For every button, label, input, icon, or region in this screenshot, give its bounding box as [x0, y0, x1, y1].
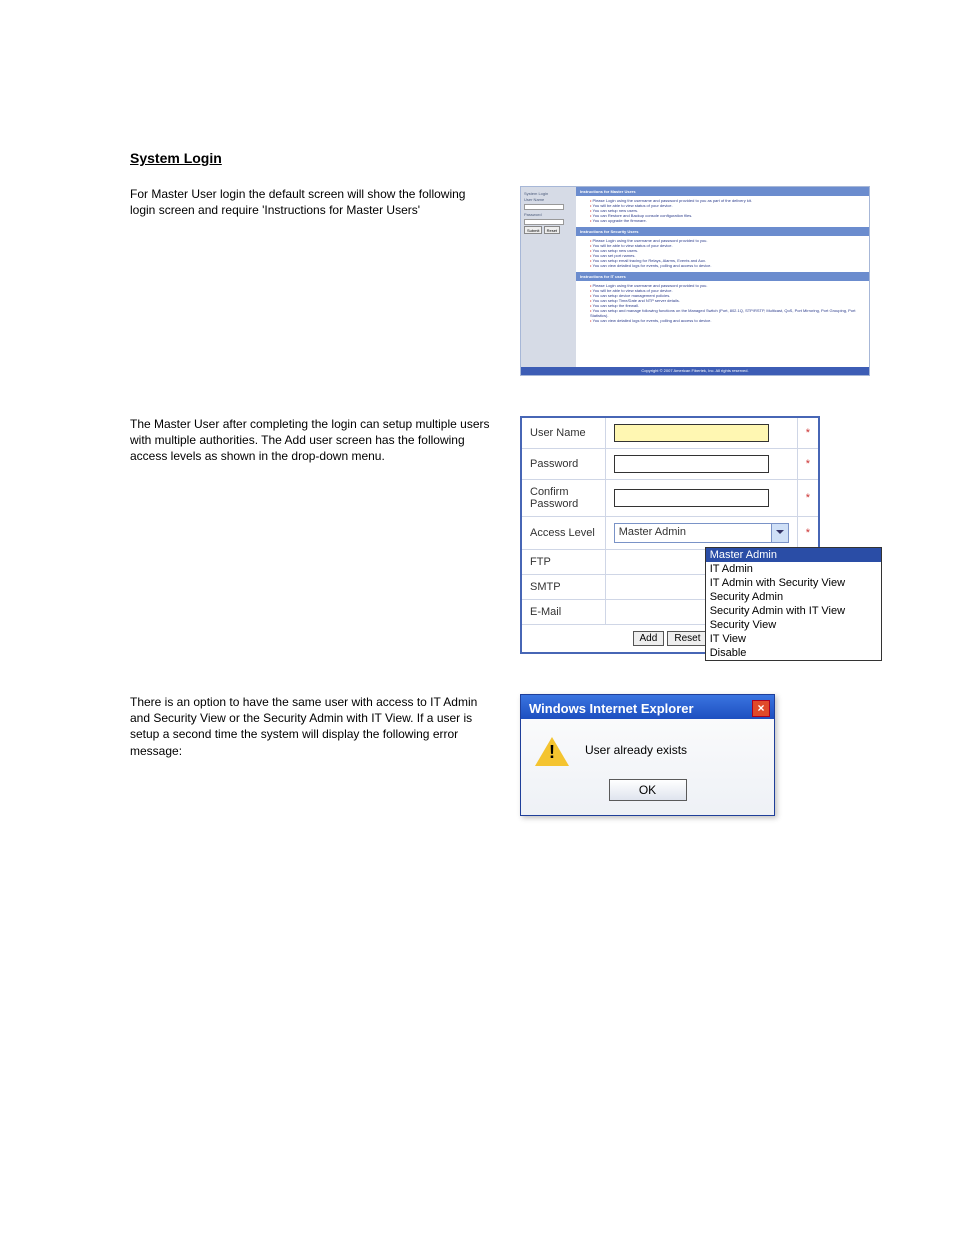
- confirm-password-label: Confirm Password: [521, 480, 605, 517]
- intro-paragraph: For Master User login the default screen…: [130, 186, 520, 218]
- login-submit-button[interactable]: Submit: [524, 226, 542, 234]
- access-level-label: Access Level: [521, 517, 605, 550]
- ok-button[interactable]: OK: [609, 779, 687, 801]
- access-option[interactable]: Security Admin: [706, 590, 881, 604]
- instr-security-head: Instructions for Security Users: [576, 227, 869, 236]
- login-footer: Copyright © 2007 American Fibertek, Inc.…: [521, 367, 869, 375]
- access-option[interactable]: Security Admin with IT View: [706, 604, 881, 618]
- login-pass-label: Password: [524, 212, 573, 217]
- section-title: System Login: [130, 150, 894, 166]
- login-reset-button[interactable]: Reset: [544, 226, 560, 234]
- dialog-title: Windows Internet Explorer: [529, 701, 694, 716]
- username-label: User Name: [521, 417, 605, 449]
- add-button[interactable]: Add: [633, 631, 665, 646]
- instr-master-head: Instructions for Master Users: [576, 187, 869, 196]
- login-pass-input[interactable]: [524, 219, 564, 225]
- instr-item: You can view detailed logs for events, p…: [590, 263, 863, 268]
- login-user-input[interactable]: [524, 204, 564, 210]
- login-user-label: User Name: [524, 197, 573, 202]
- instr-it-head: Instructions for IT users: [576, 272, 869, 281]
- smtp-label: SMTP: [521, 575, 605, 600]
- warning-icon: !: [535, 735, 569, 765]
- chevron-down-icon[interactable]: [771, 524, 788, 542]
- access-level-dropdown[interactable]: Master Admin IT Admin IT Admin with Secu…: [705, 547, 882, 661]
- password-label: Password: [521, 449, 605, 480]
- required-mark: *: [797, 480, 819, 517]
- add-user-form: User Name * Password * Confirm Password …: [520, 416, 820, 654]
- reset-button[interactable]: Reset: [667, 631, 707, 646]
- username-input[interactable]: [614, 424, 769, 442]
- instr-item: You can view detailed logs for events, p…: [590, 318, 863, 323]
- ftp-label: FTP: [521, 550, 605, 575]
- confirm-password-input[interactable]: [614, 489, 769, 507]
- required-mark: *: [797, 417, 819, 449]
- duplicate-user-paragraph: There is an option to have the same user…: [130, 694, 520, 759]
- email-label: E-Mail: [521, 600, 605, 625]
- access-option[interactable]: Security View: [706, 618, 881, 632]
- access-option[interactable]: Disable: [706, 646, 881, 660]
- required-mark: *: [797, 517, 819, 550]
- dialog-message: User already exists: [585, 743, 687, 757]
- access-option[interactable]: Master Admin: [706, 548, 881, 562]
- access-option[interactable]: IT Admin with Security View: [706, 576, 881, 590]
- required-mark: *: [797, 449, 819, 480]
- login-panel-title: System Login: [524, 191, 573, 196]
- adduser-paragraph: The Master User after completing the log…: [130, 416, 520, 465]
- close-icon[interactable]: ×: [752, 700, 770, 717]
- access-level-select[interactable]: Master Admin: [614, 523, 789, 543]
- access-level-value: Master Admin: [619, 526, 686, 538]
- instr-item: You can upgrade the firmware.: [590, 218, 863, 223]
- access-option[interactable]: IT View: [706, 632, 881, 646]
- access-option[interactable]: IT Admin: [706, 562, 881, 576]
- login-screenshot: System Login User Name Password Submit R…: [520, 186, 870, 376]
- error-dialog: Windows Internet Explorer × ! User alrea…: [520, 694, 775, 816]
- password-input[interactable]: [614, 455, 769, 473]
- instr-item: You can setup and manage following funct…: [590, 308, 863, 318]
